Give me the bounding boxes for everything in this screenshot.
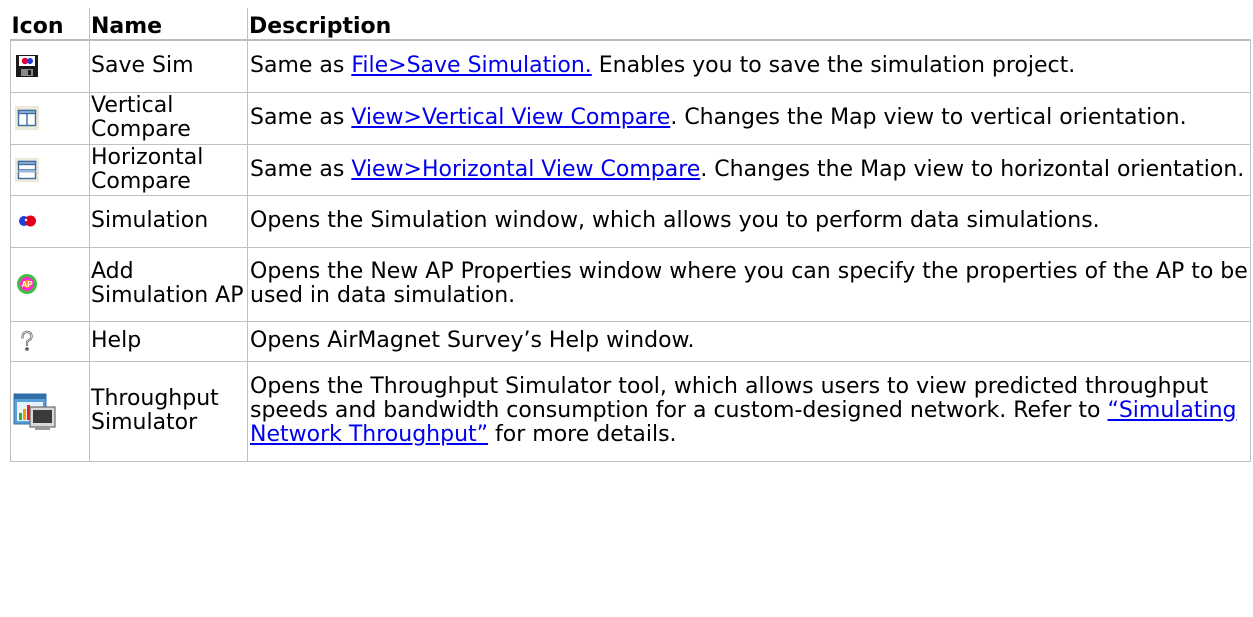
throughput-simulator-icon bbox=[13, 389, 57, 433]
file-save-simulation-link[interactable]: File>Save Simulation. bbox=[351, 53, 591, 78]
description-column-header: Description bbox=[247, 8, 1251, 41]
description-text: Opens the Throughput Simulator tool, whi… bbox=[250, 374, 1209, 423]
icon-cell bbox=[10, 39, 90, 93]
table-row: Help Opens AirMagnet Survey’s Help windo… bbox=[10, 320, 1251, 362]
icon-cell bbox=[10, 143, 90, 196]
description-cell: Same as View>Vertical View Compare. Chan… bbox=[247, 91, 1251, 145]
icon-column-header: Icon bbox=[10, 8, 90, 41]
table-row: Horizontal Compare Same as View>Horizont… bbox=[10, 143, 1251, 196]
vertical-compare-icon bbox=[15, 106, 39, 130]
name-cell: Vertical Compare bbox=[89, 91, 248, 145]
table-row: Vertical Compare Same as View>Vertical V… bbox=[10, 91, 1251, 145]
name-cell: Help bbox=[89, 320, 248, 362]
description-text: Same as bbox=[250, 105, 352, 130]
description-cell: Same as View>Horizontal View Compare. Ch… bbox=[247, 143, 1251, 196]
toolbar-icons-table: Icon Name Description Save Sim Same as F… bbox=[10, 8, 1251, 462]
description-text: Same as bbox=[250, 156, 352, 182]
description-text: for more details. bbox=[488, 422, 677, 447]
view-horizontal-view-compare-link[interactable]: View>Horizontal View Compare bbox=[351, 157, 700, 182]
svg-text:AP: AP bbox=[22, 280, 34, 289]
table-row: Save Sim Same as File>Save Simulation. E… bbox=[10, 39, 1251, 93]
horizontal-compare-icon bbox=[15, 157, 39, 182]
description-text: . Changes the Map view to horizontal ori… bbox=[700, 156, 1245, 182]
description-cell: Opens the New AP Properties window where… bbox=[247, 246, 1251, 322]
name-cell: Horizontal Compare bbox=[89, 143, 248, 196]
icon-cell bbox=[10, 91, 90, 145]
name-cell: Simulation bbox=[89, 194, 248, 248]
name-column-header: Name bbox=[89, 8, 248, 41]
description-text: Enables you to save the simulation proje… bbox=[591, 53, 1076, 79]
name-cell: Save Sim bbox=[89, 39, 248, 93]
icon-cell bbox=[10, 194, 90, 248]
name-cell: Add Simulation AP bbox=[89, 246, 248, 322]
name-cell: Throughput Simulator bbox=[89, 360, 248, 462]
description-cell: Opens the Simulation window, which allow… bbox=[247, 194, 1251, 248]
description-text: Same as bbox=[250, 53, 352, 79]
header-row: Icon Name Description bbox=[10, 8, 1251, 41]
description-cell: Opens the Throughput Simulator tool, whi… bbox=[247, 360, 1251, 462]
add-simulation-ap-icon: AP bbox=[15, 272, 39, 296]
save-sim-icon bbox=[15, 54, 39, 78]
description-cell: Same as File>Save Simulation. Enables yo… bbox=[247, 39, 1251, 93]
table-row: Throughput Simulator Opens the Throughpu… bbox=[10, 360, 1251, 462]
icon-cell bbox=[10, 360, 90, 462]
table-row: AP Add Simulation AP Opens the New AP Pr… bbox=[10, 246, 1251, 322]
description-cell: Opens AirMagnet Survey’s Help window. bbox=[247, 320, 1251, 362]
icon-cell bbox=[10, 320, 90, 362]
icon-cell: AP bbox=[10, 246, 90, 322]
help-icon bbox=[15, 329, 39, 353]
description-text: . Changes the Map view to vertical orien… bbox=[670, 105, 1187, 130]
table-row: Simulation Opens the Simulation window, … bbox=[10, 194, 1251, 248]
simulation-icon bbox=[15, 209, 39, 233]
view-vertical-view-compare-link[interactable]: View>Vertical View Compare bbox=[351, 105, 670, 130]
